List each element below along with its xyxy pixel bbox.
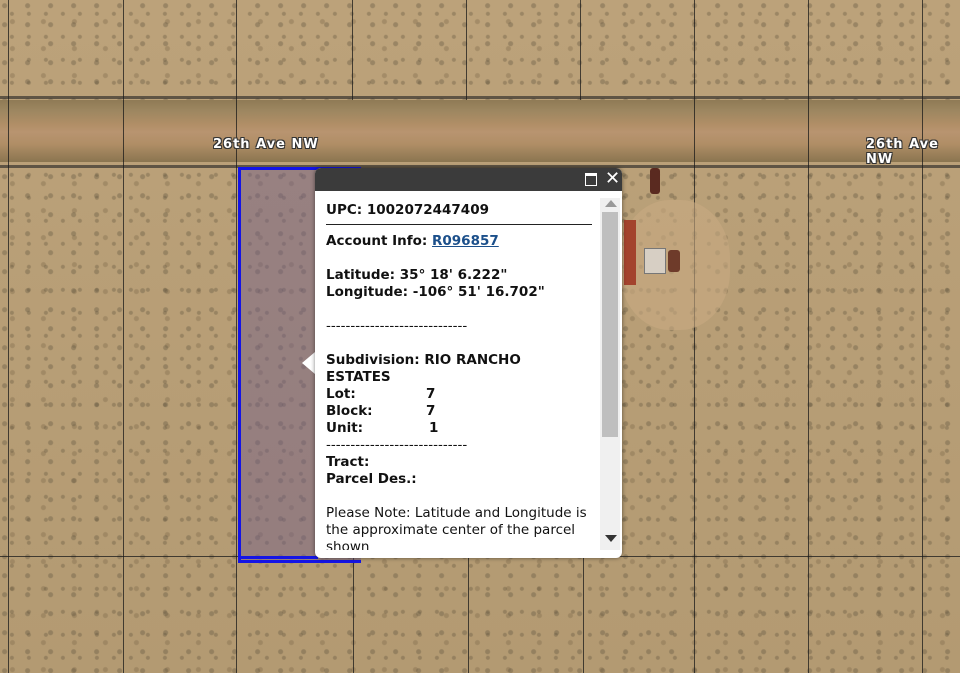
- upc-label: UPC:: [326, 202, 363, 218]
- lot-line: [808, 0, 809, 673]
- note-text: Please Note: Latitude and Longitude is t…: [326, 505, 592, 550]
- block-value: 7: [426, 403, 436, 419]
- block-label: Block:: [326, 403, 373, 419]
- parcel-outline-bottom: [238, 556, 318, 559]
- lot-row: Lot: 7: [326, 386, 592, 403]
- lot-line: [694, 0, 695, 673]
- tract-label: Tract:: [326, 454, 370, 470]
- popup-titlebar: ✕: [315, 168, 622, 191]
- subdivision-row: Subdivision: RIO RANCHO: [326, 352, 592, 369]
- account-label: Account Info:: [326, 233, 428, 249]
- lot-line: [123, 0, 124, 673]
- latitude-value: 35° 18' 6.222": [399, 267, 508, 283]
- unit-row: Unit: 1: [326, 420, 592, 437]
- parcel-info-popup: ✕ UPC: 1002072447409 Account Info: R0968…: [315, 168, 622, 558]
- building: [644, 248, 666, 274]
- subdivision-value-cont: ESTATES: [326, 369, 391, 385]
- lot-line: [466, 0, 467, 100]
- road: [0, 100, 960, 162]
- subdivision-value: RIO RANCHO: [424, 352, 521, 368]
- lot-line: [352, 0, 353, 100]
- lot-line: [922, 0, 923, 673]
- lot-line: [8, 0, 9, 673]
- lot-line: [353, 558, 354, 673]
- account-row: Account Info: R096857: [326, 233, 592, 250]
- popup-content: UPC: 1002072447409 Account Info: R096857…: [326, 202, 592, 550]
- latitude-label: Latitude:: [326, 267, 396, 283]
- note-line: the approximate center of the parcel: [326, 522, 576, 538]
- building-roof: [624, 220, 636, 285]
- road-label: 26th Ave NW: [866, 137, 939, 167]
- vehicle: [650, 168, 660, 194]
- block-row: Block: 7: [326, 403, 592, 420]
- subdivision-label: Subdivision:: [326, 352, 420, 368]
- lot-line: [468, 558, 469, 673]
- scroll-up-icon[interactable]: [605, 200, 617, 207]
- note-line: shown: [326, 539, 370, 550]
- scroll-thumb[interactable]: [602, 212, 618, 437]
- lot-line: [580, 0, 581, 100]
- lot-line: [583, 558, 584, 673]
- separator: -----------------------------: [326, 437, 468, 453]
- popup-pointer: [302, 352, 315, 374]
- longitude-value: -106° 51' 16.702": [412, 284, 545, 300]
- longitude-row: Longitude: -106° 51' 16.702": [326, 284, 592, 301]
- separator: -----------------------------: [326, 318, 468, 334]
- road-label: 26th Ave NW: [213, 137, 319, 152]
- parcel-des-label: Parcel Des.:: [326, 471, 417, 487]
- maximize-icon[interactable]: [585, 173, 597, 186]
- close-icon[interactable]: ✕: [605, 169, 620, 189]
- note-line: Please Note: Latitude and Longitude is: [326, 505, 587, 521]
- road-edge-north: [0, 96, 960, 99]
- longitude-label: Longitude:: [326, 284, 409, 300]
- unit-value: 1: [429, 420, 439, 436]
- account-link[interactable]: R096857: [432, 233, 499, 249]
- upc-value: 1002072447409: [366, 202, 489, 218]
- upc-row: UPC: 1002072447409: [326, 202, 592, 219]
- vehicle: [668, 250, 680, 272]
- lot-line: [236, 0, 237, 673]
- lot-value: 7: [426, 386, 436, 402]
- scroll-down-icon[interactable]: [605, 535, 617, 542]
- latitude-row: Latitude: 35° 18' 6.222": [326, 267, 592, 284]
- popup-scrollbar[interactable]: [600, 198, 620, 550]
- lot-label: Lot:: [326, 386, 356, 402]
- divider: [326, 224, 592, 225]
- unit-label: Unit:: [326, 420, 364, 436]
